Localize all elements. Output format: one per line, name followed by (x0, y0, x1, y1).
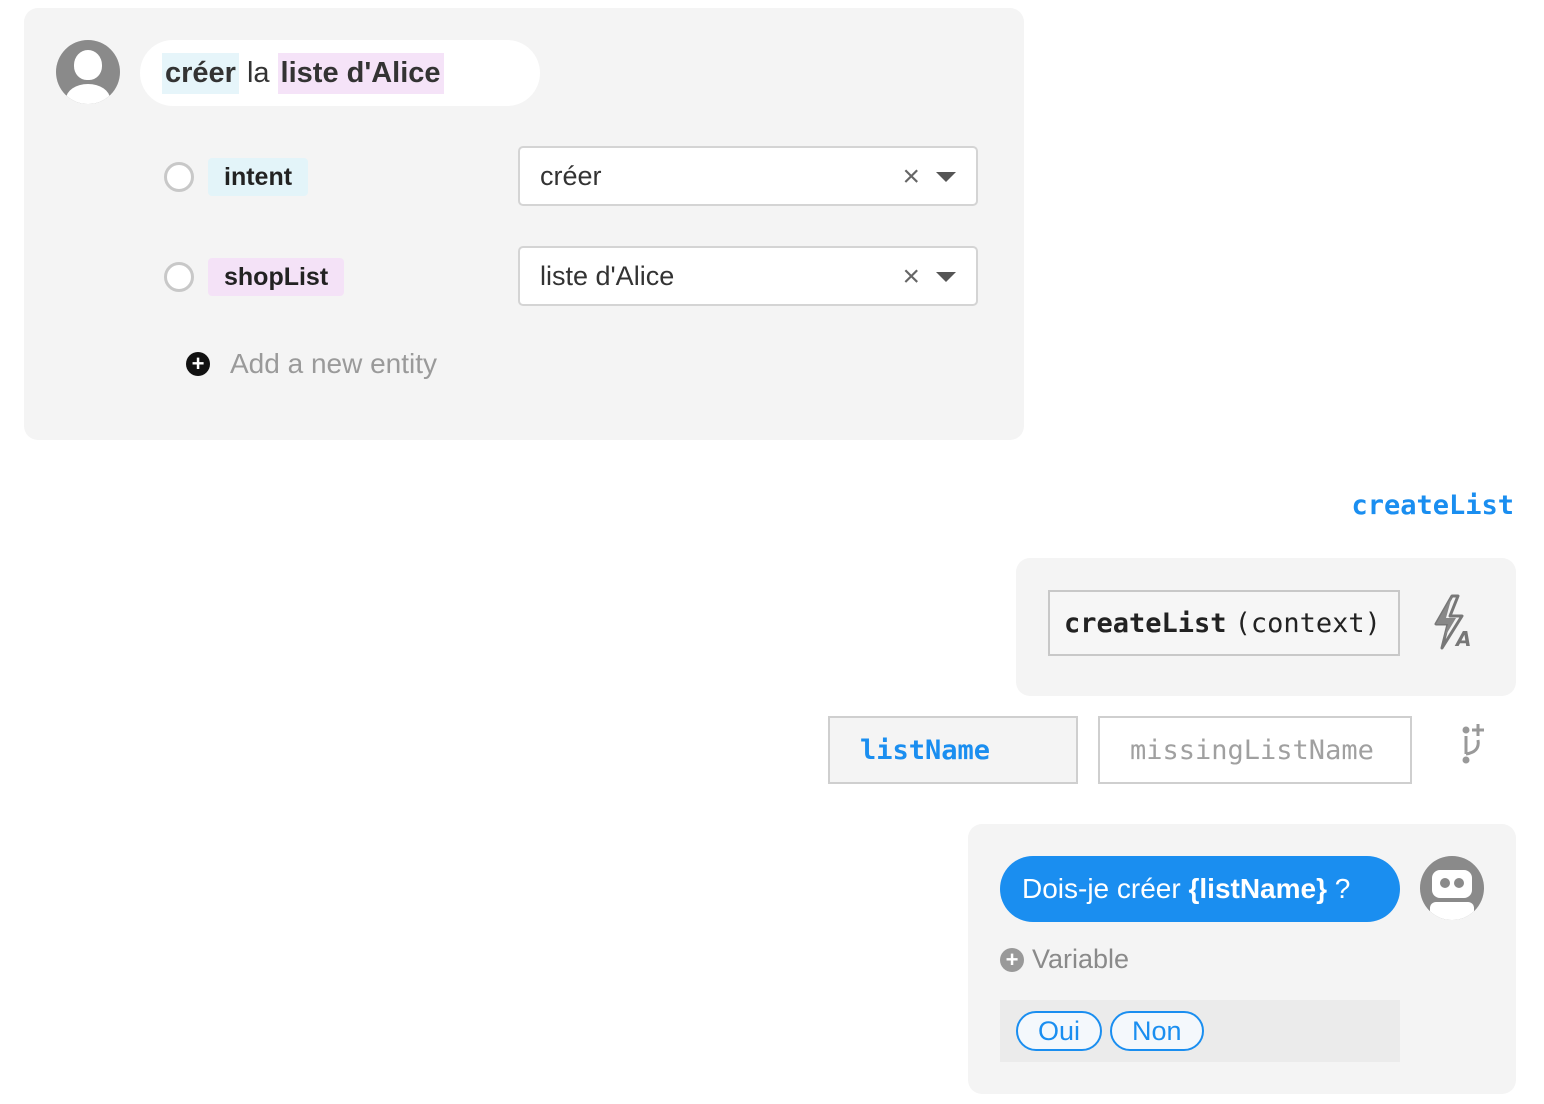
bot-message-prefix: Dois-je créer (1022, 873, 1189, 904)
bot-answer-card: Dois-je créer {listName} ? + Variable Ou… (968, 824, 1516, 1094)
add-branch-icon[interactable] (1458, 722, 1492, 768)
entity-value-select[interactable]: créer × (518, 146, 978, 206)
choice-non-button[interactable]: Non (1110, 1011, 1204, 1051)
function-name: createList (1064, 607, 1227, 639)
add-entity-button[interactable]: + Add a new entity (186, 348, 437, 380)
user-utterance[interactable]: créer la liste d'Alice (140, 40, 540, 106)
chevron-down-icon[interactable] (936, 172, 956, 182)
clear-icon[interactable]: × (902, 162, 920, 192)
chevron-down-icon[interactable] (936, 272, 956, 282)
plus-circle-icon: + (186, 352, 210, 376)
entity-label: shopList (208, 258, 345, 296)
add-entity-label: Add a new entity (230, 348, 438, 379)
clear-icon[interactable]: × (902, 262, 920, 292)
bot-message-suffix: ? (1327, 873, 1351, 904)
action-card: createList (context) A (1016, 558, 1516, 696)
quick-replies: Oui Non (1000, 1000, 1400, 1062)
entity-radio[interactable] (164, 162, 194, 192)
choice-oui-button[interactable]: Oui (1016, 1011, 1103, 1051)
plus-circle-icon: + (1000, 947, 1024, 972)
token-plain: la (246, 56, 270, 89)
story-name-link[interactable]: createList (1351, 490, 1514, 521)
variable-set-field[interactable]: listName (828, 716, 1078, 784)
function-args: (context) (1234, 607, 1381, 639)
bot-avatar-icon (1420, 856, 1484, 920)
token-entity[interactable]: liste d'Alice (277, 52, 444, 94)
bot-message-bubble[interactable]: Dois-je créer {listName} ? (1000, 856, 1400, 922)
entity-value-select[interactable]: liste d'Alice × (518, 246, 978, 306)
bot-message-variable: {listName} (1188, 873, 1327, 904)
token-intent[interactable]: créer (162, 52, 239, 94)
variable-missing-field[interactable]: missingListName (1098, 716, 1412, 784)
entity-label: intent (208, 158, 309, 196)
lightning-icon[interactable]: A (1430, 594, 1474, 650)
svg-text:A: A (1454, 627, 1471, 650)
add-variable-button[interactable]: + Variable (1000, 944, 1129, 975)
entity-row-intent: intent créer × (164, 146, 984, 206)
entity-value: créer (540, 160, 602, 191)
function-field[interactable]: createList (context) (1048, 590, 1400, 656)
add-variable-label: Variable (1032, 944, 1130, 974)
entity-row-shoplist: shopList liste d'Alice × (164, 246, 984, 306)
entity-radio[interactable] (164, 262, 194, 292)
user-avatar-icon (56, 40, 120, 104)
entity-value: liste d'Alice (540, 260, 675, 291)
user-panel: créer la liste d'Alice intent créer × sh… (24, 8, 1024, 440)
